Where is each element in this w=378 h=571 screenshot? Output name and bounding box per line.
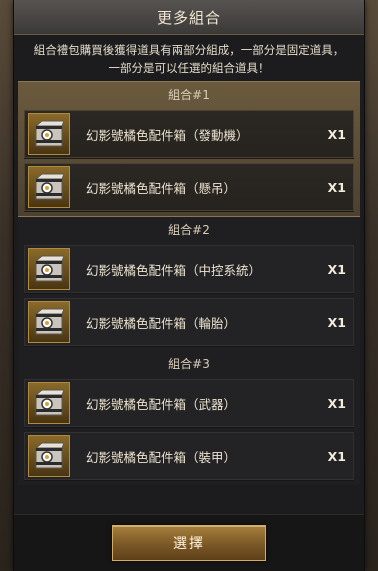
item-name: 幻影號橘色配件箱（裝甲） — [86, 449, 237, 465]
combo-group-3[interactable]: 組合#3 幻影號橘色配件箱（武器） X1 幻影號橘色配件箱（裝甲） X1 — [18, 351, 360, 485]
combo-group-2[interactable]: 組合#2 幻影號橘色配件箱（中控系統） X1 幻影號橘色配件箱（輪胎） X1 — [18, 217, 360, 351]
combo-group-header: 組合#3 — [168, 356, 210, 371]
combo-group-header: 組合#2 — [168, 222, 210, 237]
item-quantity: X1 — [327, 395, 346, 411]
combo-group-1[interactable]: 組合#1 幻影號橘色配件箱（發動機） X1 幻影號橘色配件箱（懸吊） X1 — [18, 81, 360, 217]
list-item: 幻影號橘色配件箱（中控系統） X1 — [24, 245, 354, 294]
dialog-description: 組合禮包購買後獲得道具有兩部分組成，一部分是固定道具， 一部分是可以任選的組合道… — [14, 35, 364, 81]
description-line-2: 一部分是可以任選的組合道具！ — [108, 61, 270, 75]
combo-group-header: 組合#1 — [168, 87, 210, 102]
dialog-title: 更多組合 — [156, 8, 221, 27]
list-item: 幻影號橘色配件箱（輪胎） X1 — [24, 298, 354, 347]
item-name: 幻影號橘色配件箱（中控系統） — [86, 262, 262, 278]
list-item: 幻影號橘色配件箱（懸吊） X1 — [24, 163, 354, 212]
item-quantity: X1 — [327, 126, 346, 142]
description-line-1: 組合禮包購買後獲得道具有兩部分組成，一部分是固定道具， — [33, 43, 345, 57]
item-quantity: X1 — [327, 179, 346, 195]
crate-icon — [28, 301, 70, 343]
list-item: 幻影號橘色配件箱（武器） X1 — [24, 379, 354, 428]
list-item: 幻影號橘色配件箱（發動機） X1 — [24, 110, 354, 159]
background-right-edge — [364, 0, 378, 571]
item-name: 幻影號橘色配件箱（武器） — [86, 396, 237, 412]
crate-icon — [28, 435, 70, 477]
crate-icon — [28, 382, 70, 424]
dialog-title-bar: 更多組合 — [14, 0, 364, 35]
crate-icon — [28, 113, 70, 155]
select-button[interactable]: 選擇 — [112, 525, 266, 561]
dialog-footer: 選擇 — [14, 514, 364, 571]
item-name: 幻影號橘色配件箱（發動機） — [86, 127, 249, 143]
item-quantity: X1 — [327, 261, 346, 277]
crate-icon — [28, 166, 70, 208]
item-quantity: X1 — [327, 448, 346, 464]
more-combos-dialog: 更多組合 組合禮包購買後獲得道具有兩部分組成，一部分是固定道具， 一部分是可以任… — [14, 0, 364, 571]
item-name: 幻影號橘色配件箱（輪胎） — [86, 315, 237, 331]
item-name: 幻影號橘色配件箱（懸吊） — [86, 180, 237, 196]
item-quantity: X1 — [327, 314, 346, 330]
list-item: 幻影號橘色配件箱（裝甲） X1 — [24, 432, 354, 481]
background-left-edge — [0, 0, 14, 571]
crate-icon — [28, 248, 70, 290]
